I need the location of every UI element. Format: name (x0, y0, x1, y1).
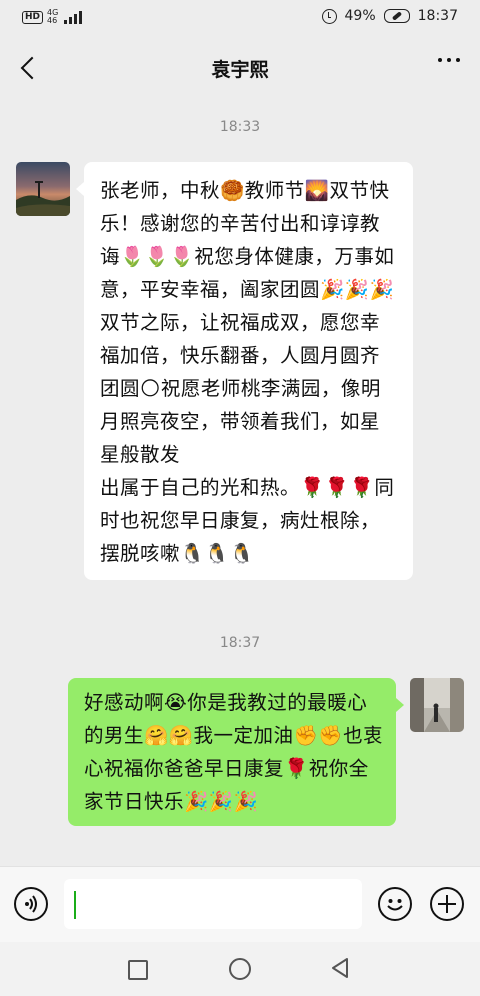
plus-button[interactable] (430, 887, 464, 921)
self-avatar[interactable] (410, 678, 464, 732)
network-type: 4G 46 (47, 8, 59, 25)
message-input[interactable] (64, 879, 362, 929)
nav-back-icon[interactable] (330, 957, 350, 979)
emoji-button[interactable] (378, 887, 412, 921)
contact-avatar[interactable] (16, 162, 70, 216)
more-button[interactable] (438, 58, 460, 62)
battery-percent: 49% (344, 8, 376, 24)
clock: 18:37 (417, 8, 458, 24)
emoji-icon (387, 899, 403, 911)
status-bar: HD 4G 46 49% 18:37 (0, 0, 480, 36)
signal-icon (64, 10, 83, 24)
chat-header: 袁宇熙 (0, 36, 480, 100)
incoming-message-bubble[interactable]: 张老师，中秋🥮教师节🌄双节快乐！感谢您的辛苦付出和谆谆教诲🌷🌷🌷祝您身体健康，万… (76, 162, 413, 580)
home-button[interactable] (229, 958, 251, 980)
battery-icon (383, 9, 410, 23)
hd-badge: HD (22, 10, 44, 24)
avatar-image (16, 162, 70, 216)
system-nav-bar (0, 942, 480, 996)
text-caret (74, 891, 76, 919)
message-timestamp: 18:37 (219, 635, 261, 651)
message-timestamp: 18:33 (219, 119, 261, 135)
more-horizontal-icon (438, 58, 442, 62)
input-bar (0, 866, 480, 943)
voice-button[interactable] (14, 887, 48, 921)
plus-icon (438, 895, 456, 913)
voice-icon (25, 895, 37, 913)
recents-button[interactable] (128, 960, 148, 980)
chat-title: 袁宇熙 (211, 59, 269, 81)
alarm-icon (321, 8, 337, 24)
outgoing-message-bubble[interactable]: 好感动啊😭你是我教过的最暖心的男生🤗🤗我一定加油✊✊也衷心祝福你爸爸早日康复🌹祝… (68, 678, 404, 826)
avatar-image (410, 678, 464, 732)
